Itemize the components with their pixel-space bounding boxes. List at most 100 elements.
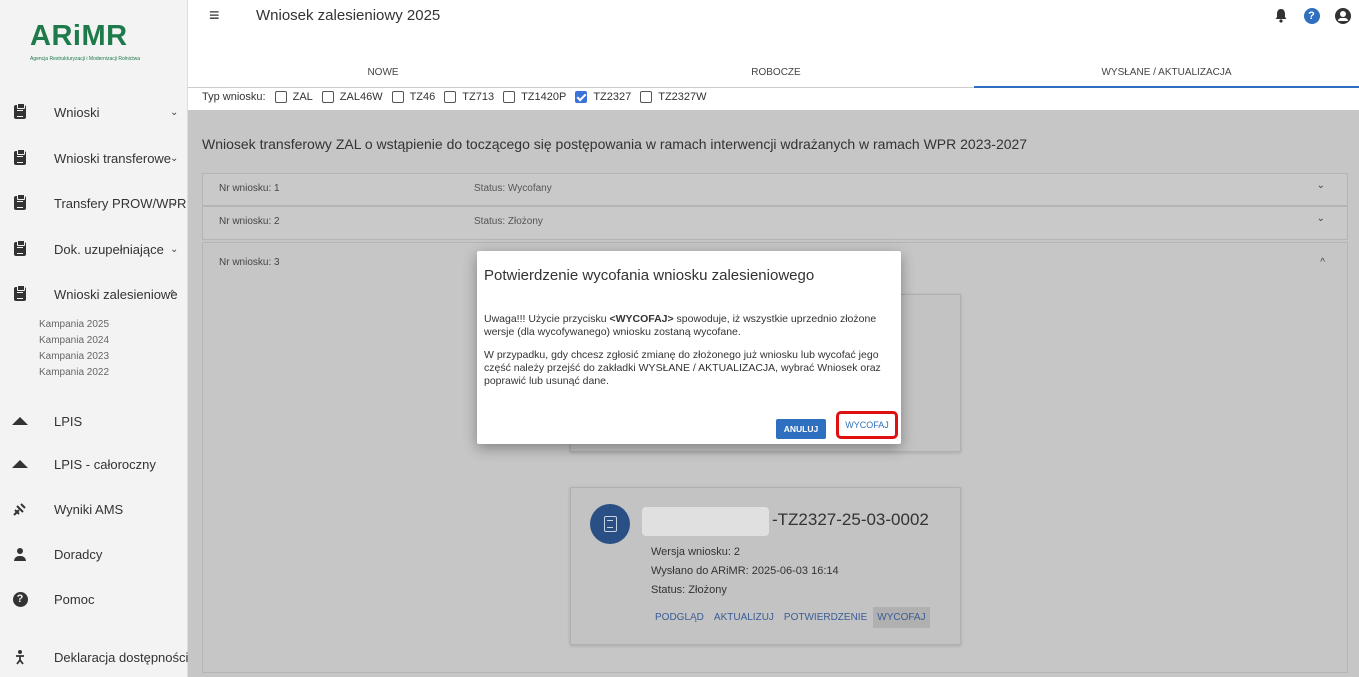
checkbox-checked-icon [575,91,588,103]
chevron-down-icon: ⌄ [170,106,179,118]
sidebar-subitem-kampania-2025[interactable]: Kampania 2025 [39,319,109,330]
tab-wyslane-aktualizacja[interactable]: WYSŁANE / AKTUALIZACJA [974,64,1359,88]
sidebar-item-label: Wnioski [54,104,100,120]
checkbox-label: TZ1420P [521,91,567,103]
accessibility-icon [12,649,28,665]
checkbox-icon [444,91,457,103]
chevron-down-icon[interactable]: ⌄ [1317,213,1325,224]
checkbox-tz1420p[interactable]: TZ1420P [503,91,566,103]
checkbox-zal[interactable]: ZAL [274,91,313,103]
dialog-warning-text: Uwaga!!! Użycie przycisku <WYCOFAJ> spow… [484,313,894,339]
sidebar-item-lpis[interactable]: LPIS [0,401,188,441]
checkbox-tz2327[interactable]: TZ2327 [575,91,631,103]
page-title: Wniosek zalesieniowy 2025 [256,7,441,24]
sidebar-item-label: Transfery PROW/WPR [54,195,187,211]
sidebar-item-wnioski[interactable]: Wnioski ⌄ [0,92,188,132]
chevron-down-icon: ⌄ [170,197,179,209]
sidebar-item-label: Doradcy [54,546,103,562]
card-actions: PODGLĄD AKTUALIZUJ POTWIERDZENIE WYCOFAJ [651,607,930,628]
help-circle-icon: ? [12,591,28,607]
sidebar-item-wnioski-transferowe[interactable]: Wnioski transferowe ⌄ [0,138,188,178]
type-filter-label: Typ wniosku: [202,91,266,103]
card-title: -TZ2327-25-03-0002 [772,510,929,529]
dialog-info-text: W przypadku, gdy chcesz zgłosić zmianę d… [484,349,881,388]
sidebar-item-label: Deklaracja dostępności [54,649,189,665]
preview-button[interactable]: PODGLĄD [651,607,708,628]
tab-robocze[interactable]: ROBOCZE [578,64,974,88]
clipboard-icon [12,103,28,120]
sidebar-item-label: Wnioski transferowe [54,150,172,166]
sidebar-subitem-kampania-2023[interactable]: Kampania 2023 [39,351,109,362]
checkbox-tz713[interactable]: TZ713 [444,91,494,103]
checkbox-tz46[interactable]: TZ46 [391,91,436,103]
application-row-2[interactable]: Nr wniosku: 2 Status: Złożony ⌄ [202,206,1348,240]
checkbox-label: TZ46 [409,91,436,103]
clipboard-icon [12,194,28,211]
bell-icon[interactable] [1272,7,1289,24]
confirm-withdraw-button[interactable]: WYCOFAJ [836,411,898,439]
update-button[interactable]: AKTUALIZUJ [710,607,778,628]
terrain-icon [12,456,28,472]
application-number: Nr wniosku: 2 [219,216,280,227]
logo-text: ARiMR [30,20,128,52]
checkbox-label: ZAL [292,91,313,103]
checkbox-label: ZAL46W [339,91,383,103]
sidebar-item-doradcy[interactable]: Doradcy [0,534,188,574]
account-icon[interactable] [1334,7,1351,24]
sidebar-item-wyniki-ams[interactable]: Wyniki AMS [0,489,188,529]
application-number: Nr wniosku: 1 [219,183,280,194]
chevron-down-icon: ⌄ [170,243,179,255]
sidebar-item-label: LPIS [54,413,83,429]
dialog-warning-prefix: Uwaga!!! Użycie przycisku [484,313,610,325]
application-status: Status: Wycofany [474,183,552,194]
menu-icon[interactable]: ≡ [209,5,220,26]
sidebar-item-deklaracja[interactable]: Deklaracja dostępności [0,637,188,677]
tab-bar: NOWE ROBOCZE WYSŁANE / AKTUALIZACJA [188,64,1359,88]
checkbox-icon [391,91,404,103]
cancel-button[interactable]: ANULUJ [776,419,826,439]
satellite-icon [12,501,28,517]
application-row-1[interactable]: Nr wniosku: 1 Status: Wycofany ⌄ [202,173,1348,206]
sidebar-item-pomoc[interactable]: ? Pomoc [0,579,188,619]
chevron-up-icon: ^ [170,288,175,300]
confirmation-button[interactable]: POTWIERDZENIE [780,607,871,628]
dialog-warning-bold: <WYCOFAJ> [609,313,674,325]
help-icon[interactable]: ? [1303,7,1320,24]
checkbox-icon [503,91,516,103]
sidebar-subitem-kampania-2024[interactable]: Kampania 2024 [39,335,109,346]
sidebar-item-dok-uzupelniajace[interactable]: Dok. uzupełniające ⌄ [0,229,188,269]
sidebar-item-lpis-caloroczny[interactable]: LPIS - całoroczny [0,444,188,484]
clipboard-icon [12,149,28,166]
arimr-logo[interactable]: ARiMR Agencja Restrukturyzacji i Moderni… [30,20,175,70]
dialog-title: Potwierdzenie wycofania wniosku zalesien… [484,267,815,284]
sidebar-item-label: Dok. uzupełniające [54,241,164,257]
type-filter: Typ wniosku: ZAL ZAL46W TZ46 TZ713 TZ142… [202,89,707,105]
sidebar-item-transfery[interactable]: Transfery PROW/WPR ⌄ [0,183,188,223]
sidebar-subitem-kampania-2022[interactable]: Kampania 2022 [39,367,109,378]
sidebar-item-wnioski-zalesieniowe[interactable]: Wnioski zalesieniowe ^ [0,274,188,314]
tab-nowe[interactable]: NOWE [188,64,578,88]
top-icons: ? [1272,7,1351,24]
sidebar-item-label: Wyniki AMS [54,501,124,517]
chevron-down-icon[interactable]: ⌄ [1317,180,1325,191]
logo-subtitle: Agencja Restrukturyzacji i Modernizacji … [30,56,141,62]
checkbox-icon [321,91,334,103]
chevron-up-icon[interactable]: ^ [1320,257,1325,268]
redacted-id [642,507,769,536]
card-sent-date: Wysłano do ARiMR: 2025-06-03 16:14 [651,565,839,577]
terrain-icon [12,413,28,429]
checkbox-zal46w[interactable]: ZAL46W [321,91,383,103]
checkbox-icon [274,91,287,103]
checkbox-label: TZ713 [462,91,495,103]
sidebar-item-label: Pomoc [54,591,95,607]
version-card: -TZ2327-25-03-0002 Wersja wniosku: 2 Wys… [570,487,961,645]
withdraw-button[interactable]: WYCOFAJ [873,607,930,628]
checkbox-label: TZ2327W [658,91,707,103]
clipboard-icon [12,240,28,257]
sidebar-item-label: LPIS - całoroczny [54,456,156,472]
document-icon [590,504,630,544]
top-bar: ≡ Wniosek zalesieniowy 2025 ? [188,0,1359,64]
card-status: Status: Złożony [651,584,727,596]
checkbox-tz2327w[interactable]: TZ2327W [640,91,707,103]
application-number: Nr wniosku: 3 [219,257,280,268]
